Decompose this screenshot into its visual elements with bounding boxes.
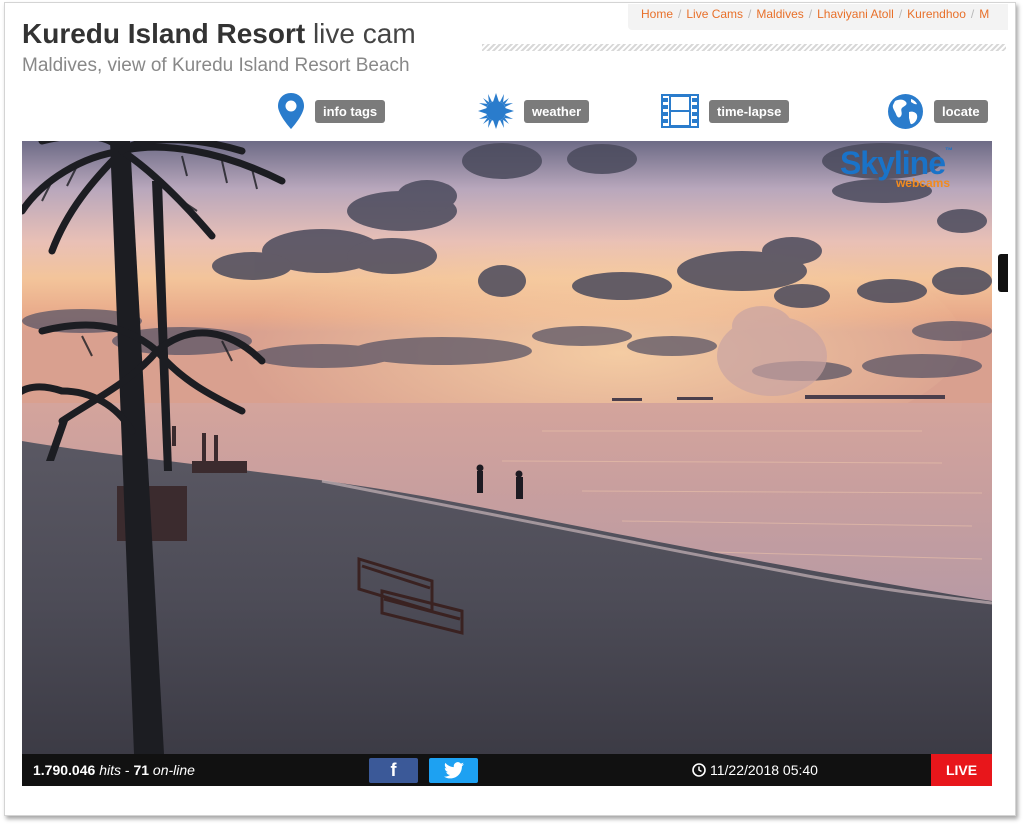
time-lapse-label: time-lapse [709, 99, 790, 123]
sun-icon [478, 93, 514, 129]
breadcrumb-kurendhoo[interactable]: Kurendhoo [907, 7, 966, 21]
breadcrumb-separator: / [898, 7, 903, 21]
locate-button[interactable]: locate [887, 92, 988, 130]
timestamp: 11/22/2018 05:40 [692, 762, 818, 778]
time-lapse-button[interactable]: time-lapse [661, 92, 790, 130]
video-info-bar: 1.790.046 hits - 71 on-line f 11/22/2018… [22, 754, 992, 786]
online-value: 71 [133, 762, 150, 778]
facebook-icon: f [390, 760, 397, 780]
facebook-share-button[interactable]: f [369, 758, 418, 783]
breadcrumb-separator: / [970, 7, 975, 21]
hits-value: 1.790.046 [33, 762, 96, 778]
webcam-scene-image [22, 141, 992, 754]
header-divider [482, 44, 1006, 51]
logo-trademark: ™ [945, 146, 953, 155]
online-label: on-line [152, 762, 195, 778]
live-badge[interactable]: LIVE [931, 754, 992, 786]
weather-label: weather [524, 99, 590, 123]
map-pin-icon [278, 93, 304, 129]
locate-label: locate [934, 99, 988, 123]
breadcrumb-maldives[interactable]: Maldives [756, 7, 803, 21]
side-scroll-handle[interactable] [998, 254, 1008, 292]
page-title: Kuredu Island Resort live cam [22, 18, 416, 50]
breadcrumb-separator: / [748, 7, 752, 21]
clock-icon [692, 763, 706, 777]
webcam-video[interactable]: Skyline™ webcams [22, 141, 992, 754]
film-strip-icon [661, 94, 699, 128]
page-subtitle: Maldives, view of Kuredu Island Resort B… [22, 55, 410, 76]
breadcrumb-separator: / [808, 7, 813, 21]
twitter-share-button[interactable] [429, 758, 478, 783]
globe-icon [888, 93, 923, 129]
weather-button[interactable]: weather [478, 92, 590, 130]
breadcrumb-home[interactable]: Home [641, 7, 673, 21]
timestamp-text: 11/22/2018 05:40 [710, 762, 818, 778]
info-tags-label: info tags [315, 99, 386, 123]
breadcrumb-separator: / [678, 7, 682, 21]
hits-label: hits [99, 762, 121, 778]
breadcrumb-current[interactable]: M [979, 7, 989, 21]
title-suffix: live cam [312, 18, 416, 49]
twitter-icon [443, 762, 464, 779]
info-tags-button[interactable]: info tags [277, 92, 386, 130]
hit-counter: 1.790.046 hits - 71 on-line [33, 762, 195, 778]
breadcrumb-lhaviyani-atoll[interactable]: Lhaviyani Atoll [817, 7, 894, 21]
title-name: Kuredu Island Resort [22, 18, 306, 49]
skyline-logo[interactable]: Skyline™ webcams [840, 146, 953, 190]
stats-dash: - [124, 762, 130, 778]
breadcrumb-live-cams[interactable]: Live Cams [686, 7, 743, 21]
breadcrumb: Home / Live Cams / Maldives / Lhaviyani Atoll /… [628, 4, 1008, 30]
